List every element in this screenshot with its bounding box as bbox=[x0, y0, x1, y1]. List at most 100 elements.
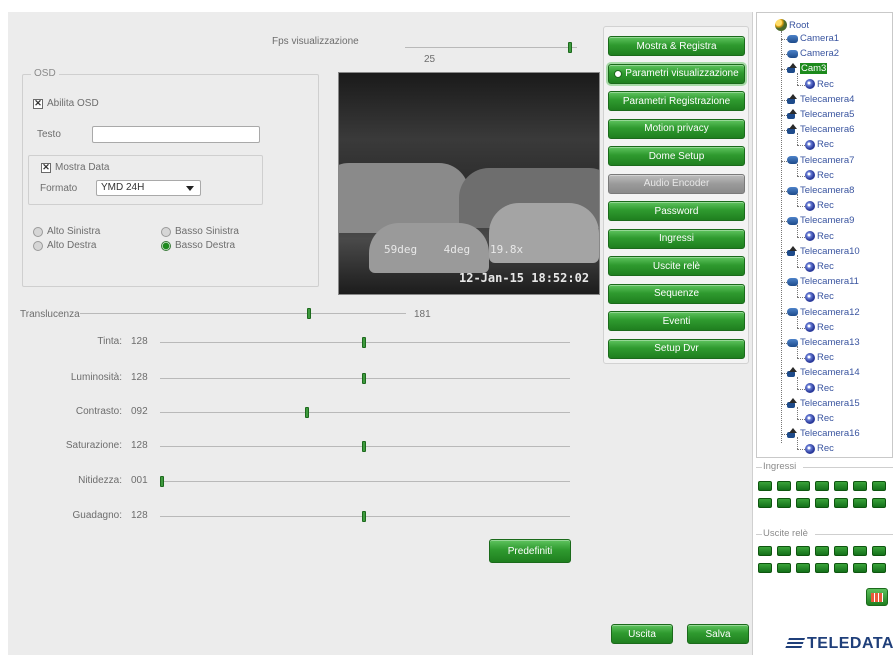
menu-item[interactable]: Mostra & Registra bbox=[608, 36, 745, 56]
tree-connector bbox=[797, 163, 798, 176]
tree-record-node[interactable]: Rec bbox=[805, 443, 834, 454]
tree-camera-node[interactable]: Telecamera4 bbox=[787, 93, 854, 105]
input-indicator[interactable] bbox=[853, 481, 867, 491]
tree-record-node[interactable]: Rec bbox=[805, 352, 834, 363]
input-indicator[interactable] bbox=[796, 481, 810, 491]
tree-record-node[interactable]: Rec bbox=[805, 322, 834, 333]
io-grid-icon[interactable] bbox=[866, 588, 888, 606]
enable-osd-checkbox[interactable]: ✕ Abilita OSD bbox=[33, 98, 99, 109]
tree-record-node[interactable]: Rec bbox=[805, 413, 834, 424]
ptz-camera-icon bbox=[787, 93, 798, 105]
osd-text-input[interactable] bbox=[92, 126, 260, 143]
tree-connector bbox=[797, 206, 805, 208]
tree-camera-node[interactable]: Cam3 bbox=[787, 63, 828, 75]
relay-indicator[interactable] bbox=[777, 546, 791, 556]
position-bottom-right-radio[interactable]: Basso Destra bbox=[161, 240, 235, 251]
show-date-checkbox[interactable]: ✕ Mostra Data bbox=[41, 162, 109, 173]
relay-indicator[interactable] bbox=[777, 563, 791, 573]
input-indicator[interactable] bbox=[834, 481, 848, 491]
exit-button[interactable]: Uscita bbox=[611, 624, 673, 644]
record-icon bbox=[805, 413, 815, 424]
tree-connector bbox=[797, 315, 798, 328]
input-indicator[interactable] bbox=[872, 498, 886, 508]
tree-node-label: Rec bbox=[817, 352, 834, 364]
show-date-check-icon[interactable]: ✕ bbox=[41, 162, 51, 173]
tree-camera-node[interactable]: Camera1 bbox=[787, 33, 839, 44]
input-indicator[interactable] bbox=[815, 481, 829, 491]
tree-root[interactable]: Root bbox=[775, 19, 809, 31]
tree-record-node[interactable]: Rec bbox=[805, 79, 834, 90]
tree-camera-node[interactable]: Camera2 bbox=[787, 48, 839, 59]
relay-indicator[interactable] bbox=[796, 563, 810, 573]
tree-record-node[interactable]: Rec bbox=[805, 261, 834, 272]
menu-item[interactable]: Motion privacy bbox=[608, 118, 745, 139]
tree-record-node[interactable]: Rec bbox=[805, 200, 834, 211]
relay-indicator[interactable] bbox=[796, 546, 810, 556]
input-indicator[interactable] bbox=[777, 481, 791, 491]
enable-osd-check-icon[interactable]: ✕ bbox=[33, 98, 43, 109]
input-indicator[interactable] bbox=[834, 498, 848, 508]
menu-item[interactable]: Setup Dvr bbox=[608, 338, 745, 359]
fps-slider[interactable] bbox=[405, 42, 577, 54]
slider-thumb[interactable] bbox=[362, 337, 366, 348]
tree-record-node[interactable]: Rec bbox=[805, 231, 834, 242]
position-top-right-radio[interactable]: Alto Destra bbox=[33, 240, 96, 251]
tree-record-node[interactable]: Rec bbox=[805, 291, 834, 302]
tree-camera-node[interactable]: Telecamera5 bbox=[787, 109, 854, 120]
relay-indicator[interactable] bbox=[834, 563, 848, 573]
relay-indicator[interactable] bbox=[872, 563, 886, 573]
radio-selected-icon[interactable] bbox=[161, 240, 171, 251]
tree-record-node[interactable]: Rec bbox=[805, 170, 834, 181]
translucency-slider[interactable] bbox=[80, 308, 406, 320]
radio-icon[interactable] bbox=[33, 240, 43, 251]
tree-node-label: Camera2 bbox=[800, 48, 840, 60]
tree-node-label: Telecamera14 bbox=[800, 367, 860, 379]
relay-indicator[interactable] bbox=[853, 563, 867, 573]
menu-item[interactable]: Parametri visualizzazione bbox=[608, 63, 745, 84]
defaults-button[interactable]: Predefiniti bbox=[489, 539, 571, 563]
image-setting-slider[interactable] bbox=[160, 476, 570, 488]
image-setting-slider[interactable] bbox=[160, 373, 570, 385]
slider-thumb[interactable] bbox=[160, 476, 164, 487]
relay-indicator[interactable] bbox=[834, 546, 848, 556]
input-indicator[interactable] bbox=[758, 481, 772, 491]
slider-thumb[interactable] bbox=[362, 441, 366, 452]
relay-indicator[interactable] bbox=[815, 546, 829, 556]
format-select[interactable]: YMD 24H bbox=[96, 180, 201, 196]
translucency-slider-thumb[interactable] bbox=[307, 308, 312, 319]
slider-thumb[interactable] bbox=[362, 373, 366, 384]
input-indicator[interactable] bbox=[796, 498, 810, 508]
menu-item[interactable]: Sequenze bbox=[608, 283, 745, 304]
radio-icon[interactable] bbox=[161, 226, 171, 237]
fps-slider-thumb[interactable] bbox=[567, 42, 572, 53]
input-indicator[interactable] bbox=[758, 498, 772, 508]
input-indicator[interactable] bbox=[853, 498, 867, 508]
relay-indicator[interactable] bbox=[853, 546, 867, 556]
save-button[interactable]: Salva bbox=[687, 624, 749, 644]
position-bottom-left-radio[interactable]: Basso Sinistra bbox=[161, 226, 239, 237]
input-indicator[interactable] bbox=[777, 498, 791, 508]
relay-indicator[interactable] bbox=[815, 563, 829, 573]
slider-thumb[interactable] bbox=[305, 407, 310, 418]
menu-item[interactable]: Password bbox=[608, 201, 745, 221]
menu-item[interactable]: Ingressi bbox=[608, 228, 745, 249]
slider-thumb[interactable] bbox=[362, 511, 366, 522]
menu-item[interactable]: Eventi bbox=[608, 311, 745, 331]
relay-indicator[interactable] bbox=[872, 546, 886, 556]
relay-indicator[interactable] bbox=[758, 546, 772, 556]
image-setting-slider[interactable] bbox=[160, 441, 570, 453]
input-indicator[interactable] bbox=[872, 481, 886, 491]
position-top-left-radio[interactable]: Alto Sinistra bbox=[33, 226, 100, 237]
tree-connector bbox=[797, 194, 798, 207]
image-setting-slider[interactable] bbox=[160, 407, 570, 419]
image-setting-slider[interactable] bbox=[160, 337, 570, 349]
radio-icon[interactable] bbox=[33, 226, 43, 237]
relay-indicator[interactable] bbox=[758, 563, 772, 573]
menu-item[interactable]: Uscite relè bbox=[608, 256, 745, 276]
tree-record-node[interactable]: Rec bbox=[805, 383, 834, 394]
input-indicator[interactable] bbox=[815, 498, 829, 508]
tree-record-node[interactable]: Rec bbox=[805, 139, 834, 150]
menu-item[interactable]: Dome Setup bbox=[608, 146, 745, 166]
image-setting-slider[interactable] bbox=[160, 511, 570, 523]
menu-item[interactable]: Parametri Registrazione bbox=[608, 91, 745, 111]
